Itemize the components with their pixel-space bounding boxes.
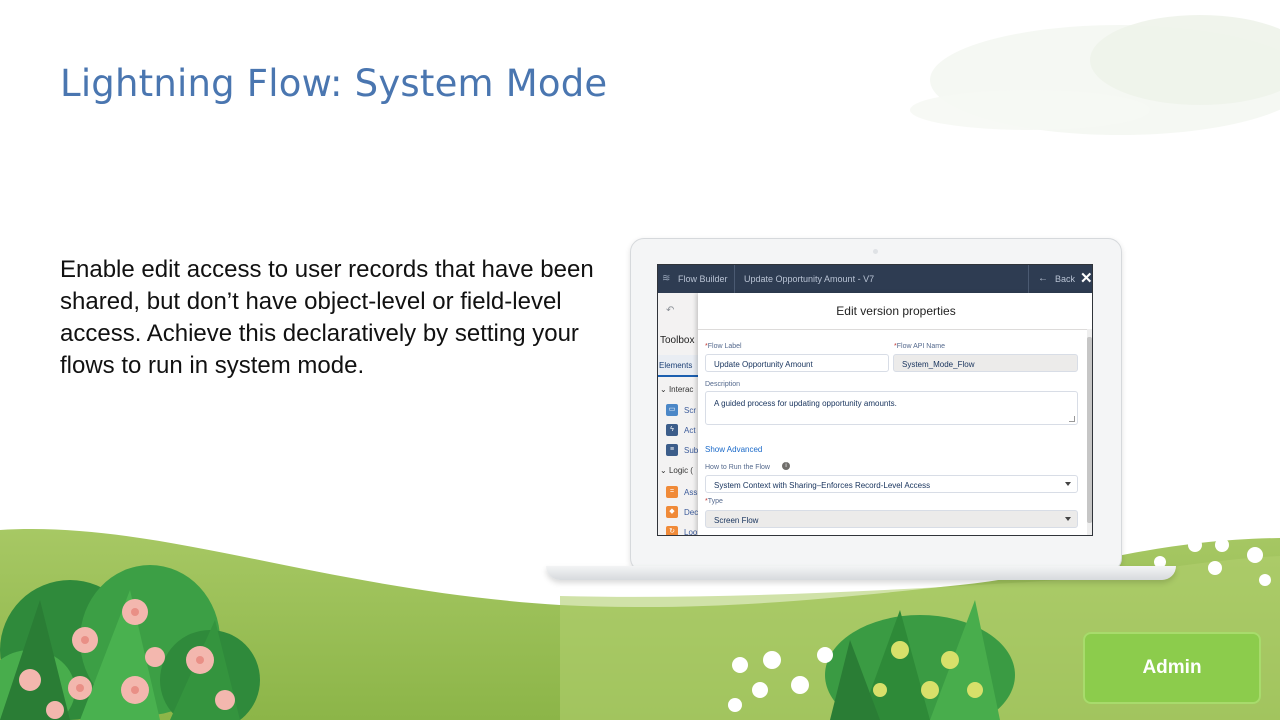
modal-header: Edit version properties — [698, 293, 1092, 330]
close-icon[interactable]: ✕ — [1080, 269, 1092, 287]
section-interaction-label: Interac — [668, 385, 694, 394]
type-value: Screen Flow — [714, 516, 759, 525]
api-name-input[interactable]: System_Mode_Flow — [893, 354, 1078, 372]
description-value: A guided process for updating opportunit… — [714, 399, 897, 408]
loop-element-icon[interactable]: ↻ — [666, 526, 678, 535]
back-arrow-icon[interactable]: ← — [1038, 273, 1048, 284]
flow-label-label: *Flow Label — [705, 343, 742, 350]
element-label[interactable]: Loo — [684, 528, 697, 535]
back-button[interactable]: Back — [1055, 274, 1075, 284]
run-mode-value: System Context with Sharing–Enforces Rec… — [714, 481, 931, 490]
slide-body-text: Enable edit access to user records that … — [60, 256, 594, 379]
flow-label-input[interactable]: Update Opportunity Amount — [705, 354, 889, 372]
assignment-element-icon[interactable]: = — [666, 486, 678, 498]
show-advanced-link[interactable]: Show Advanced — [705, 445, 762, 454]
chevron-down-icon — [1065, 482, 1071, 486]
undo-icon[interactable]: ↶ — [666, 305, 674, 316]
type-label: *Type — [705, 498, 723, 505]
api-name-label: *Flow API Name — [894, 343, 945, 350]
header-divider — [1028, 265, 1029, 293]
cloud — [910, 90, 1150, 130]
section-logic-toggle[interactable]: ⌄ Logic ( — [660, 466, 693, 475]
api-name-text: Flow API Name — [896, 343, 945, 350]
slide-title: Lightning Flow: System Mode — [60, 62, 608, 105]
info-icon[interactable]: i — [782, 462, 790, 470]
type-text: Type — [707, 498, 723, 505]
element-label[interactable]: Sub — [684, 446, 698, 455]
action-element-icon[interactable]: ϟ — [666, 424, 678, 436]
header-divider — [734, 265, 735, 293]
screen-element-icon[interactable]: ▭ — [666, 404, 678, 416]
laptop-camera — [873, 249, 878, 254]
element-label[interactable]: Scr — [684, 406, 696, 415]
toolbox-panel: ↶ Toolbox Elements ⌄ Interac ▭ Scr ϟ Act… — [658, 293, 700, 535]
flow-title: Update Opportunity Amount - V7 — [744, 274, 875, 284]
scrollbar-thumb[interactable] — [1087, 337, 1092, 523]
type-select[interactable]: Screen Flow — [705, 510, 1078, 528]
flow-builder-header: ≋ Flow Builder Update Opportunity Amount… — [658, 265, 1092, 293]
laptop-screen: ≋ Flow Builder Update Opportunity Amount… — [657, 264, 1093, 536]
toolbox-label: Toolbox — [660, 335, 695, 346]
element-label[interactable]: Dec — [684, 508, 698, 517]
resize-grip-icon[interactable] — [1069, 416, 1075, 422]
app-name: Flow Builder — [678, 274, 728, 284]
laptop-base — [546, 566, 1176, 580]
chevron-down-icon — [1065, 517, 1071, 521]
section-interaction-toggle[interactable]: ⌄ Interac — [660, 385, 693, 394]
element-label[interactable]: Act — [684, 426, 696, 435]
description-textarea[interactable]: A guided process for updating opportunit… — [705, 391, 1078, 425]
run-mode-label: How to Run the Flow — [705, 464, 770, 471]
element-label[interactable]: Ass — [684, 488, 697, 497]
run-mode-select[interactable]: System Context with Sharing–Enforces Rec… — [705, 475, 1078, 493]
tab-elements-label: Elements — [659, 361, 693, 370]
tab-elements[interactable]: Elements — [658, 355, 700, 377]
subflow-element-icon[interactable]: ≡ — [666, 444, 678, 456]
modal-title: Edit version properties — [836, 304, 956, 318]
description-label: Description — [705, 381, 741, 388]
decision-element-icon[interactable]: ◆ — [666, 506, 678, 518]
section-logic-label: Logic ( — [668, 466, 693, 475]
edit-version-properties-modal: Edit version properties *Flow Label Upda… — [698, 293, 1092, 535]
flow-label-text: Flow Label — [707, 343, 742, 350]
flow-builder-icon: ≋ — [662, 273, 671, 284]
admin-badge-button[interactable]: Admin — [1083, 632, 1261, 704]
